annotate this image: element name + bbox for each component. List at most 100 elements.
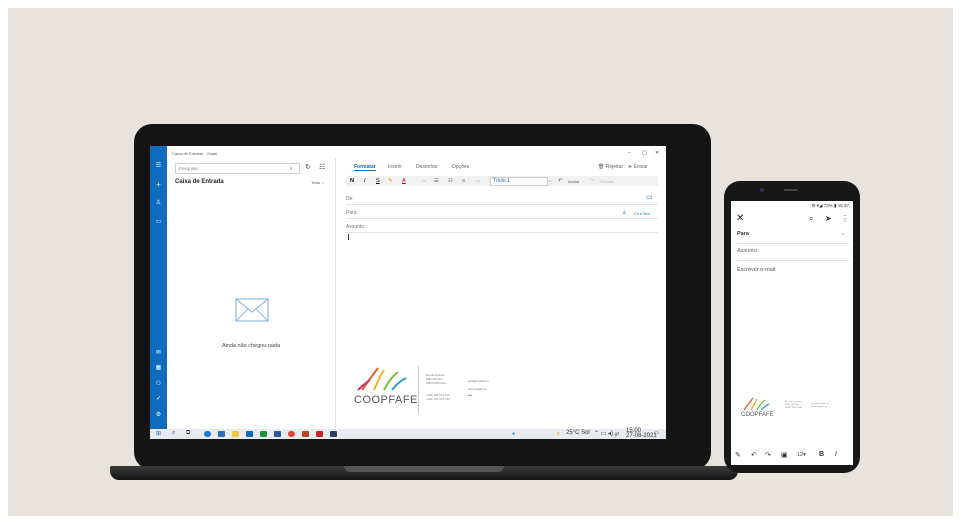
font-color-icon[interactable]: A: [402, 178, 406, 184]
person-icon[interactable]: ♙: [150, 199, 167, 206]
tab-inserir[interactable]: Inserir: [388, 164, 402, 170]
start-icon[interactable]: ⊞: [156, 430, 161, 437]
window-title: Caixa de Entrada - Gmail: [172, 151, 217, 156]
edge-icon[interactable]: [204, 431, 211, 437]
bold-button[interactable]: B: [819, 451, 824, 458]
clock[interactable]: 15:00 27-08-2021: [626, 428, 657, 438]
underline-button[interactable]: S: [376, 178, 380, 184]
paragraph-chevron-icon[interactable]: ⌵: [476, 178, 480, 185]
notifications-icon[interactable]: ▭: [654, 430, 659, 436]
align-icon[interactable]: ≡: [462, 178, 465, 184]
social-icons: ◙ ◙: [468, 394, 472, 397]
new-mail-icon[interactable]: +: [150, 180, 167, 189]
word-icon[interactable]: [274, 431, 281, 437]
numbering-icon[interactable]: ☷: [448, 178, 453, 184]
close-button[interactable]: ✕: [655, 150, 659, 156]
tab-desenhar[interactable]: Desenhar: [416, 164, 438, 170]
taskbar-search-icon[interactable]: ⌕: [172, 430, 175, 437]
empty-envelope-icon: [235, 298, 269, 322]
send-button[interactable]: ➤ Enviar: [628, 164, 648, 170]
signature-contacts: geral@coopfafe.pt www.coopfafe.pt ◙ ◙: [468, 380, 488, 398]
store-icon[interactable]: [218, 431, 225, 437]
style-select[interactable]: Título 1: [490, 177, 548, 186]
contact-line: www.coopfafe.pt: [811, 406, 828, 408]
select-icon[interactable]: ☷: [319, 163, 325, 171]
calendar-icon[interactable]: ▦: [150, 364, 167, 371]
settings-icon[interactable]: ⚙: [150, 411, 167, 418]
highlight-icon[interactable]: ✎: [388, 178, 393, 184]
contact-icon[interactable]: ♙: [622, 210, 626, 216]
cc-bcc-link[interactable]: Cc e Bcc: [634, 211, 650, 216]
calendar-icon[interactable]: ▭: [646, 193, 653, 201]
redo-icon[interactable]: ↷: [765, 451, 771, 459]
phone-speaker: [784, 189, 798, 191]
bullets-icon[interactable]: ☰: [434, 178, 439, 184]
subject-field[interactable]: Assunto: [346, 220, 658, 233]
laptop-screen: Caixa de Entrada - Gmail – ▢ ✕ ☰ + ♙ ▭ ✉…: [150, 146, 666, 439]
explorer-icon[interactable]: [232, 431, 239, 437]
app-icon[interactable]: [330, 431, 337, 437]
signature-divider: [418, 366, 419, 414]
tray-app-icon[interactable]: ●: [512, 431, 515, 437]
task-view-icon[interactable]: ⧉: [186, 430, 190, 437]
from-field[interactable]: De: ▭: [346, 192, 658, 205]
phone-coopfafe-logo: [743, 397, 770, 411]
phone-body-input[interactable]: Escrever e-mail: [737, 267, 775, 273]
to-field[interactable]: Para: ♙ Cc e Bcc: [346, 206, 658, 219]
folder-icon[interactable]: ▭: [150, 218, 167, 225]
outlook-icon[interactable]: [246, 431, 253, 437]
send-icon[interactable]: ➤: [825, 214, 832, 223]
minimize-button[interactable]: –: [628, 150, 631, 156]
redo-label[interactable]: Refazer: [600, 179, 614, 184]
style-chevron-icon[interactable]: ⌵: [548, 178, 552, 185]
discard-label: Rejeitar: [605, 164, 623, 170]
phone-subject-placeholder: Assunto: [737, 248, 757, 254]
more-options-icon[interactable]: ⋮: [841, 214, 849, 223]
filter-dropdown[interactable]: Tudo ⌵: [311, 180, 324, 185]
phone-signature-address: Rua da Cortinha 4890-163 Fafe 9999 PORTU…: [785, 401, 802, 410]
attach-icon[interactable]: ⌕: [809, 214, 813, 224]
expand-chevron-icon[interactable]: ⌵: [841, 231, 845, 238]
phone-subject-field[interactable]: Assunto: [737, 245, 849, 261]
maximize-button[interactable]: ▢: [642, 150, 647, 156]
folder-title: Caixa de Entrada: [175, 179, 224, 185]
to-label: Para:: [346, 210, 358, 216]
bold-button[interactable]: N: [350, 178, 354, 184]
undo-icon[interactable]: ↶: [751, 451, 757, 459]
chrome-icon[interactable]: [288, 431, 295, 437]
todo-icon[interactable]: ✓: [150, 395, 167, 402]
phone-line: (+351) 9XX XXX XXX: [426, 398, 451, 401]
search-placeholder: Pesquisa: [179, 165, 198, 171]
mail-icon[interactable]: ✉: [150, 349, 167, 356]
menu-icon[interactable]: ☰: [150, 162, 167, 169]
image-icon[interactable]: ▣: [781, 451, 788, 459]
powerpoint-icon[interactable]: [302, 431, 309, 437]
edit-pen-icon[interactable]: ✎: [735, 451, 741, 459]
signature-address: Rua da Cortinha 4890-163 Fafe 9999 PORTU…: [426, 374, 446, 386]
undo-icon[interactable]: ↶: [558, 178, 563, 184]
weather-text[interactable]: 25°C Sol: [566, 430, 590, 436]
excel-icon[interactable]: [260, 431, 267, 437]
redo-icon[interactable]: ↷: [590, 178, 595, 184]
discard-button[interactable]: 🗑 Rejeitar: [598, 164, 623, 170]
tab-formatar[interactable]: Formatar: [354, 164, 376, 171]
close-icon[interactable]: ✕: [736, 213, 744, 224]
italic-button[interactable]: I: [835, 451, 837, 458]
format-toolbar: N I S ✎ A ⌵ ☰ ☷ ≡ ⌵ Título 1 ⌵ ↶ Anular …: [346, 176, 658, 186]
sync-icon[interactable]: ↻: [305, 163, 311, 171]
tab-opcoes[interactable]: Opções: [452, 164, 469, 170]
message-list-pane: Pesquisa ⌕ ↻ ☷ Caixa de Entrada Tudo ⌵ A…: [167, 158, 336, 429]
undo-label[interactable]: Anular: [568, 179, 580, 184]
people-icon[interactable]: ⚇: [150, 380, 167, 387]
acrobat-icon[interactable]: [316, 431, 323, 437]
search-input[interactable]: Pesquisa ⌕: [175, 163, 300, 174]
text-cursor: [348, 234, 349, 240]
tray-icons[interactable]: ⌃ ▭ ◂) ℘: [594, 430, 619, 437]
font-size-select[interactable]: 12▾: [797, 452, 806, 458]
search-icon[interactable]: ⌕: [290, 166, 293, 171]
phone-to-field[interactable]: Para ⌵: [737, 228, 849, 244]
window-titlebar: Caixa de Entrada - Gmail – ▢ ✕: [150, 146, 666, 158]
italic-button[interactable]: I: [364, 178, 366, 184]
laptop-notch: [344, 466, 504, 472]
more-format-chevron-icon[interactable]: ⌵: [422, 178, 426, 185]
